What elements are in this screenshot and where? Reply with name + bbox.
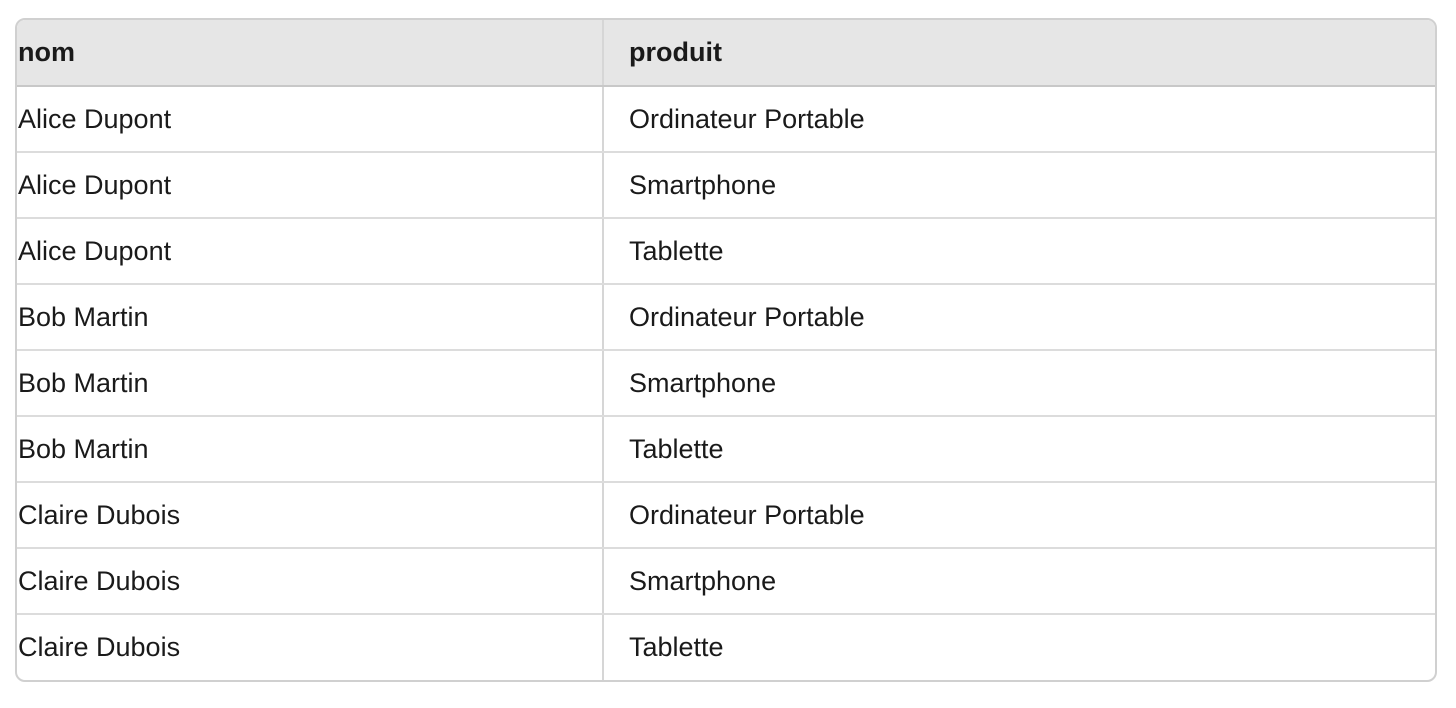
cell-produit: Smartphone <box>603 548 1435 615</box>
cell-nom: Claire Dubois <box>17 614 604 680</box>
cell-produit: Ordinateur Portable <box>603 284 1435 351</box>
table-body: Alice Dupont Ordinateur Portable Alice D… <box>17 86 1435 680</box>
data-table-container: nom produit Alice Dupont Ordinateur Port… <box>15 18 1437 682</box>
data-table: nom produit Alice Dupont Ordinateur Port… <box>17 20 1435 680</box>
table-row[interactable]: Bob Martin Smartphone <box>17 350 1435 417</box>
cell-produit: Ordinateur Portable <box>603 86 1435 153</box>
table-row[interactable]: Alice Dupont Tablette <box>17 218 1435 285</box>
cell-nom: Bob Martin <box>17 284 604 351</box>
cell-produit: Tablette <box>629 632 724 662</box>
cell-nom: Alice Dupont <box>17 86 604 153</box>
cell-produit: Smartphone <box>603 350 1435 417</box>
column-header-nom[interactable]: nom <box>17 20 604 87</box>
table-row[interactable]: Bob Martin Tablette <box>17 416 1435 483</box>
cell-nom: Claire Dubois <box>17 482 604 549</box>
table-row[interactable]: Claire Dubois Smartphone <box>17 548 1435 615</box>
cell-produit: Tablette <box>603 218 1435 285</box>
table-row[interactable]: Claire Dubois Ordinateur Portable <box>17 482 1435 549</box>
header-row: nom produit <box>17 20 1435 87</box>
cell-nom: Bob Martin <box>17 416 604 483</box>
cell-produit: Tablette <box>603 416 1435 483</box>
table-row[interactable]: Claire Dubois Tablette <box>17 614 1435 680</box>
cell-nom: Bob Martin <box>17 350 604 417</box>
cell-produit: Ordinateur Portable <box>603 482 1435 549</box>
column-header-produit[interactable]: produit <box>603 20 1435 87</box>
cell-produit: Smartphone <box>603 152 1435 219</box>
table-row[interactable]: Bob Martin Ordinateur Portable <box>17 284 1435 351</box>
table-header: nom produit <box>17 20 1435 87</box>
cell-nom: Alice Dupont <box>17 218 604 285</box>
cell-nom: Alice Dupont <box>17 152 604 219</box>
table-row[interactable]: Alice Dupont Ordinateur Portable <box>17 86 1435 153</box>
cell-nom: Claire Dubois <box>17 548 604 615</box>
table-row[interactable]: Alice Dupont Smartphone <box>17 152 1435 219</box>
